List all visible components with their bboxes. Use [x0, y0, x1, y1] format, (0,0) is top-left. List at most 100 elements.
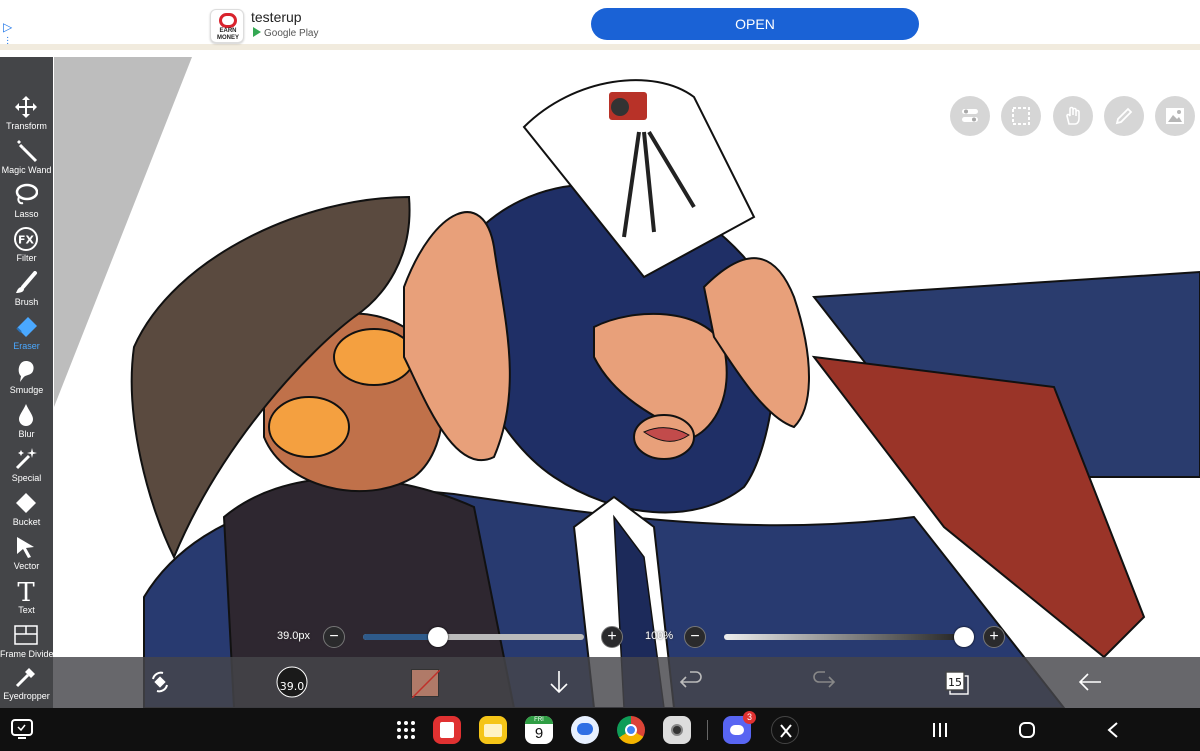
size-decrease-button[interactable]: −: [323, 626, 345, 648]
x-app-icon[interactable]: [771, 716, 799, 744]
screen-switch-icon[interactable]: [11, 719, 33, 739]
ad-store-text: Google Play: [264, 28, 319, 39]
fx-glyph: FX: [18, 234, 35, 247]
tool-transform[interactable]: Transform: [0, 95, 53, 139]
ad-store-label: Google Play: [253, 27, 318, 39]
swap-eraser-icon: [152, 671, 168, 693]
swatch-slash-icon: [411, 669, 441, 699]
tool-special[interactable]: Special: [0, 447, 53, 491]
down-arrow-icon: [550, 671, 568, 694]
messages-app-icon[interactable]: [571, 716, 599, 744]
calendar-date: 9: [534, 725, 544, 742]
opacity-decrease-button[interactable]: −: [684, 626, 706, 648]
brush-size-knob[interactable]: [428, 627, 449, 647]
ad-app-name[interactable]: testerup: [251, 9, 302, 25]
tool-bucket[interactable]: Bucket: [0, 491, 53, 535]
ad-open-button[interactable]: OPEN: [591, 8, 919, 40]
brush-size-fill: [363, 634, 439, 640]
system-navigation-bar: FRI 9 3: [0, 708, 1200, 751]
calendar-app-icon[interactable]: FRI 9: [525, 716, 553, 744]
google-play-icon: [253, 27, 261, 37]
image-button[interactable]: [1155, 96, 1195, 136]
eyedropper-icon: [15, 668, 35, 688]
selection-button[interactable]: [1001, 96, 1041, 136]
tool-eraser[interactable]: Eraser: [0, 315, 53, 359]
discord-notification-badge: 3: [743, 711, 756, 724]
ad-menu-icon[interactable]: · · ·: [6, 33, 9, 49]
app-window: ▷ · · · EARN MONEY testerup Google Play OP…: [0, 0, 1200, 751]
chrome-app-icon[interactable]: [617, 716, 645, 744]
text-icon: T: [17, 579, 35, 603]
tool-label: Text: [18, 605, 35, 615]
tool-label: Special: [11, 473, 42, 483]
text-glyph: T: [17, 579, 35, 603]
tool-label: Transform: [6, 121, 47, 131]
back-button[interactable]: [1073, 665, 1107, 699]
special-sparkle-icon: [15, 448, 37, 470]
notes-app-icon[interactable]: [433, 716, 461, 744]
magic-wand-icon: [17, 140, 38, 163]
tool-eyedropper[interactable]: Eyedropper: [0, 665, 53, 709]
toggle-icon: [962, 109, 978, 122]
tool-label: Bucket: [12, 517, 41, 527]
brush-size-preview-button[interactable]: 39.0: [275, 665, 309, 699]
tool-label: Eyedropper: [3, 691, 50, 701]
tool-brush[interactable]: Brush: [0, 271, 53, 315]
left-arrow-icon: [1078, 673, 1101, 691]
tool-magic-wand[interactable]: Magic Wand: [0, 139, 53, 183]
tool-text[interactable]: T Text: [0, 579, 53, 623]
brush-size-value: 39.0px: [277, 630, 311, 642]
hand-pan-button[interactable]: [1053, 96, 1093, 136]
undo-button[interactable]: [674, 665, 708, 699]
x-logo-icon: [780, 724, 792, 738]
dock-divider: [707, 720, 708, 740]
lasso-icon: [15, 183, 38, 205]
tool-blur[interactable]: Blur: [0, 403, 53, 447]
recent-apps-icon[interactable]: [931, 722, 949, 738]
system-back-icon[interactable]: [1106, 721, 1120, 739]
smudge-icon: [18, 361, 34, 382]
app-grid-icon[interactable]: [396, 720, 416, 740]
opacity-slider[interactable]: [724, 634, 964, 640]
discord-app-icon[interactable]: 3: [723, 711, 756, 744]
ad-banner[interactable]: ▷ · · · EARN MONEY testerup Google Play OP…: [0, 0, 1200, 50]
download-button[interactable]: [542, 665, 576, 699]
eraser-icon: [16, 317, 37, 337]
tool-vector[interactable]: Vector: [0, 535, 53, 579]
swap-tool-button[interactable]: [143, 665, 177, 699]
color-swatch-button[interactable]: [408, 665, 442, 699]
redo-button[interactable]: [807, 665, 841, 699]
frame-divider-icon: [14, 625, 38, 645]
pencil-button[interactable]: [1104, 96, 1144, 136]
tool-label: Brush: [14, 297, 39, 307]
layers-button[interactable]: 15: [939, 665, 973, 699]
files-app-icon[interactable]: [479, 716, 507, 744]
brush-size-slider[interactable]: [363, 634, 584, 640]
opacity-increase-button[interactable]: +: [983, 626, 1005, 648]
drawing-canvas[interactable]: [54, 57, 1200, 708]
ad-app-icon[interactable]: EARN MONEY: [210, 9, 244, 43]
chat-bubble-icon: [219, 13, 237, 28]
brush-size-preview-label: 39.0: [280, 680, 305, 693]
home-icon[interactable]: [1018, 721, 1036, 739]
tool-filter[interactable]: FX Filter: [0, 227, 53, 271]
tool-panel: Transform Magic Wand Lasso FX Filter Bru…: [0, 57, 57, 709]
settings-toggle-button[interactable]: [950, 96, 990, 136]
tool-label: Eraser: [13, 341, 40, 351]
undo-icon: [679, 671, 702, 688]
layers-icon: 15: [945, 671, 969, 695]
tool-lasso[interactable]: Lasso: [0, 183, 53, 227]
dotted-selection-icon: [1012, 107, 1030, 125]
tool-smudge[interactable]: Smudge: [0, 359, 53, 403]
vector-cursor-icon: [17, 537, 34, 558]
calendar-day: FRI: [525, 716, 553, 724]
camera-app-icon[interactable]: [663, 716, 691, 744]
ad-icon-text: EARN MONEY: [216, 28, 239, 41]
blur-drop-icon: [19, 404, 33, 426]
tool-label: Frame Divider: [0, 649, 57, 659]
current-color-swatch: [411, 669, 441, 699]
tool-frame-divider[interactable]: Frame Divider: [0, 623, 57, 667]
opacity-knob[interactable]: [954, 627, 974, 647]
image-icon: [1166, 108, 1184, 124]
size-increase-button[interactable]: +: [601, 626, 623, 648]
